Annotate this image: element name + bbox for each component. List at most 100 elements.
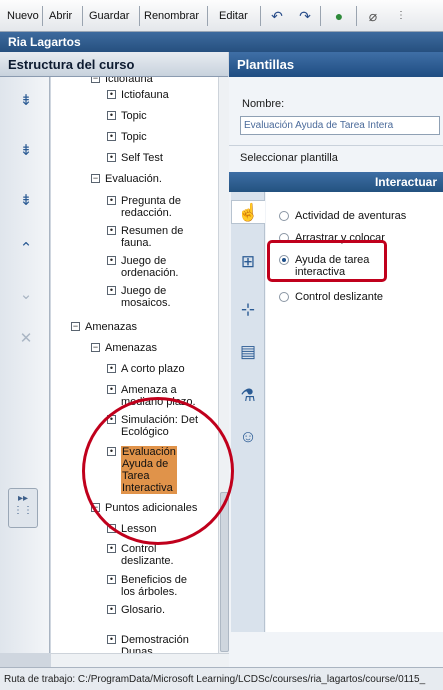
- tree-node-label: Juego de ordenación.: [121, 255, 179, 279]
- template-option-label-line: Control deslizante: [295, 291, 384, 303]
- course-tree: − Ictiofauna • Ictiofauna • Topic • Topic • Self …: [51, 77, 218, 653]
- add-topic-icon[interactable]: ⇟: [16, 91, 36, 111]
- tree-node-label: Amenazas: [105, 342, 157, 354]
- tree-node-label-line: Demostración: [121, 634, 189, 646]
- tree-vertical-scrollbar[interactable]: [218, 77, 229, 653]
- tree-node-label-line: Topic: [121, 110, 147, 122]
- toolbar-separator: [139, 6, 140, 26]
- toolbar-separator: [356, 6, 357, 26]
- tree-node-label-line: Ictiofauna: [121, 89, 169, 101]
- scrollbar-thumb[interactable]: [220, 492, 229, 652]
- collapse-toggle-icon[interactable]: −: [91, 343, 100, 352]
- toolbar-separator: [320, 6, 321, 26]
- page-node-icon: •: [107, 196, 116, 205]
- name-field[interactable]: Evaluación Ayuda de Tarea Intera: [240, 116, 440, 135]
- tree-node-label-line: los árboles.: [121, 586, 178, 598]
- page-node-icon: •: [107, 256, 116, 265]
- tree-node-label-line: Resumen de: [121, 225, 184, 237]
- guardar-button[interactable]: Guardar: [86, 8, 132, 24]
- toolbar: Nuevo Abrir Guardar Renombrar Editar ↶ ↷…: [0, 0, 443, 32]
- tree-node-label-line: A corto plazo: [121, 363, 185, 375]
- tree-node-label-line: deslizante.: [121, 555, 174, 567]
- nuevo-button[interactable]: Nuevo: [4, 8, 42, 24]
- category-bar: Interactuar: [229, 172, 443, 192]
- tree-node-label: Glosario.: [121, 604, 165, 616]
- collapse-toggle-icon[interactable]: −: [91, 174, 100, 183]
- page-node-icon: •: [107, 635, 116, 644]
- highlight-circle: [82, 397, 234, 545]
- tree-node-label: Beneficios de los árboles.: [121, 574, 187, 598]
- status-bar: Ruta de trabajo: C:/ProgramData/Microsof…: [0, 667, 443, 690]
- grid-icon[interactable]: ⊹: [236, 298, 260, 322]
- select-template-label: Seleccionar plantilla: [240, 152, 338, 164]
- app-title: Ria Lagartos: [0, 32, 443, 52]
- tree-node-label-line: Glosario.: [121, 604, 166, 616]
- tree-horizontal-scrollbar[interactable]: [51, 653, 229, 667]
- page-node-icon: •: [107, 132, 116, 141]
- radio-button[interactable]: [279, 292, 289, 302]
- panel-expander[interactable]: ▸▸ ⋮⋮: [8, 488, 38, 528]
- tree-node-label: Topic: [121, 131, 147, 143]
- add-subtopic-icon[interactable]: ⇟: [16, 141, 36, 161]
- lab-icon[interactable]: ⚗: [236, 384, 260, 408]
- tree-node-label-line: Self Test: [121, 152, 163, 164]
- page-node-icon: •: [107, 575, 116, 584]
- tree-node-label: Self Test: [121, 152, 163, 164]
- page-node-icon: •: [107, 226, 116, 235]
- move-up-icon[interactable]: ⌃: [16, 239, 36, 259]
- map-icon[interactable]: ⊞: [236, 250, 260, 274]
- page-node-icon: •: [107, 385, 116, 394]
- page-node-icon: •: [107, 364, 116, 373]
- tree-node-label-line: Topic: [121, 131, 147, 143]
- toolbar-separator: [42, 6, 43, 26]
- templates-header: Plantillas: [229, 52, 443, 77]
- tree-node-label: A corto plazo: [121, 363, 185, 375]
- toolbar-separator: [207, 6, 208, 26]
- tree-node-label-line: Amenazas: [105, 342, 157, 354]
- template-option-label-line: Actividad de aventuras: [295, 210, 407, 222]
- page-node-icon: •: [107, 153, 116, 162]
- collapse-toggle-icon[interactable]: −: [71, 322, 80, 331]
- undo-icon[interactable]: ↶: [268, 7, 286, 25]
- tree-node-label-line: Amenaza a: [121, 384, 177, 396]
- page-node-icon: •: [107, 544, 116, 553]
- add-child-icon[interactable]: ⇟: [16, 191, 36, 211]
- tree-node-label: Amenazas: [85, 321, 137, 333]
- more-icon[interactable]: ⋮: [392, 7, 410, 25]
- touch-icon[interactable]: ☝: [231, 200, 265, 224]
- document-icon[interactable]: ▤: [236, 340, 260, 364]
- preview-icon[interactable]: ●: [330, 7, 348, 25]
- renombrar-button[interactable]: Renombrar: [141, 8, 202, 24]
- person-icon[interactable]: ☺: [236, 425, 260, 449]
- tree-node-label: Control deslizante.: [121, 543, 174, 567]
- tree-node-label: Ictiofauna: [121, 89, 169, 101]
- attachment-icon[interactable]: ⌀: [364, 7, 382, 25]
- tree-node-label-line: Ictiofauna: [105, 77, 153, 85]
- tree-node-label-line: Dunas: [121, 646, 153, 653]
- page-node-icon: •: [107, 286, 116, 295]
- divider: [229, 145, 443, 146]
- editar-button[interactable]: Editar: [216, 8, 251, 24]
- toolbar-separator: [82, 6, 83, 26]
- template-option-label: Actividad de aventuras: [295, 210, 406, 222]
- tree-node-label: Juego de mosaicos.: [121, 285, 171, 309]
- tree-node-label-line: Juego de: [121, 255, 167, 267]
- tree-node-label: Pregunta de redacción.: [121, 195, 181, 219]
- tree-node-label-line: Amenazas: [85, 321, 137, 333]
- redo-icon[interactable]: ↷: [296, 7, 314, 25]
- radio-button[interactable]: [279, 211, 289, 221]
- tree-node-label: Topic: [121, 110, 147, 122]
- tree-node-label-line: Control: [121, 543, 157, 555]
- tree-node-label-line: fauna.: [121, 237, 152, 249]
- tree-node-label-line: Evaluación.: [105, 173, 162, 185]
- toolbar-separator: [260, 6, 261, 26]
- tree-node-label-line: Juego de: [121, 285, 167, 297]
- tree-node-label: Ictiofauna: [105, 77, 153, 85]
- abrir-button[interactable]: Abrir: [46, 8, 75, 24]
- tree-node-label-line: Pregunta de: [121, 195, 181, 207]
- collapse-toggle-icon[interactable]: −: [91, 77, 100, 83]
- structure-toolbar: ⇟ ⇟ ⇟ ⌃ ⌄ ✕: [0, 77, 50, 653]
- tree-node-label-line: Beneficios de: [121, 574, 188, 586]
- tree-node-label: Resumen de fauna.: [121, 225, 183, 249]
- page-node-icon: •: [107, 90, 116, 99]
